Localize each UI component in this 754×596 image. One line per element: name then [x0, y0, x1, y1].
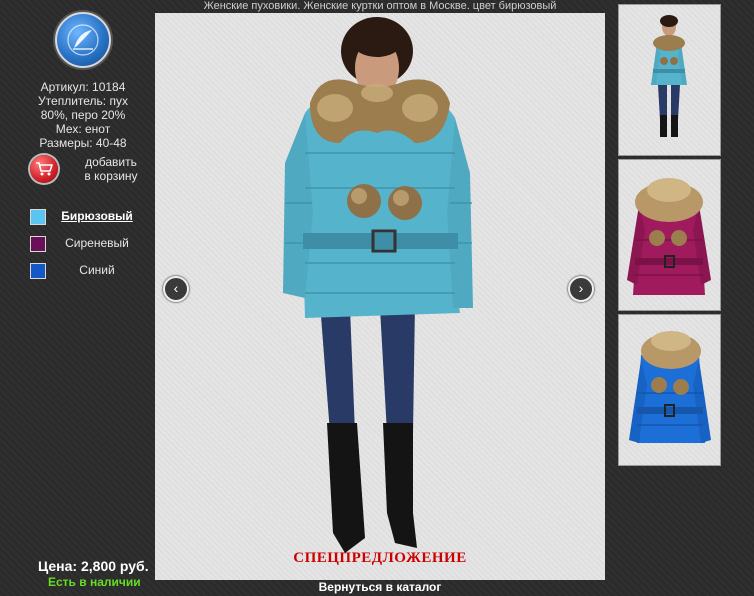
main-product-photo: ‹ › СПЕЦПРЕДЛОЖЕНИЕ	[155, 13, 605, 580]
sizes-info: Размеры: 40-48	[39, 136, 127, 150]
color-option-label[interactable]: Синий	[52, 263, 142, 277]
site-logo[interactable]	[55, 12, 111, 68]
add-to-cart-label[interactable]: добавить в корзину	[66, 155, 156, 183]
price-value: 2,800 руб.	[80, 558, 149, 574]
jacket-model-image	[283, 17, 473, 553]
chevron-right-icon: ›	[578, 280, 584, 296]
fur-info: Мех: енот	[55, 122, 111, 136]
stock-status: Есть в наличии	[48, 575, 141, 589]
price-label: Цена:	[38, 558, 78, 574]
previous-image-button[interactable]: ‹	[163, 276, 189, 302]
insulation-info: Утеплитель: пух	[38, 94, 128, 108]
thumbnail-image	[651, 15, 687, 137]
next-image-button[interactable]: ›	[568, 276, 594, 302]
color-swatch[interactable]	[30, 263, 46, 279]
page-title: Женские пуховики. Женские куртки оптом в…	[203, 0, 557, 12]
color-option-blue[interactable]: Синий	[30, 262, 155, 289]
thumbnail-lilac[interactable]	[618, 159, 721, 311]
color-options: Бирюзовый Сиреневый Синий	[30, 208, 155, 289]
article-number: Артикул: 10184	[40, 80, 126, 94]
thumbnail-blue[interactable]	[618, 314, 721, 466]
color-option-label[interactable]: Сиреневый	[52, 236, 142, 250]
shopping-cart-icon[interactable]	[30, 155, 58, 183]
color-option-turquoise[interactable]: Бирюзовый	[30, 208, 155, 235]
price: Цена: 2,800 руб.	[38, 558, 149, 574]
insulation-info-cont: 80%, перо 20%	[40, 108, 126, 122]
chevron-left-icon: ‹	[173, 280, 179, 296]
thumbnail-image	[627, 178, 711, 295]
thumbnail-turquoise[interactable]	[618, 4, 721, 156]
color-swatch[interactable]	[30, 236, 46, 252]
thumbnail-image	[629, 331, 711, 443]
special-offer-label[interactable]: СПЕЦПРЕДЛОЖЕНИЕ	[155, 550, 605, 567]
add-to-cart-button[interactable]: добавить в корзину	[30, 155, 160, 187]
color-option-label[interactable]: Бирюзовый	[52, 209, 142, 223]
color-option-lilac[interactable]: Сиреневый	[30, 235, 155, 262]
color-swatch[interactable]	[30, 209, 46, 225]
product-specs: Артикул: 10184 Утеплитель: пух 80%, перо…	[30, 80, 136, 150]
logo-icon	[67, 24, 99, 56]
back-to-catalog-link[interactable]: Вернуться в каталог	[155, 580, 605, 594]
